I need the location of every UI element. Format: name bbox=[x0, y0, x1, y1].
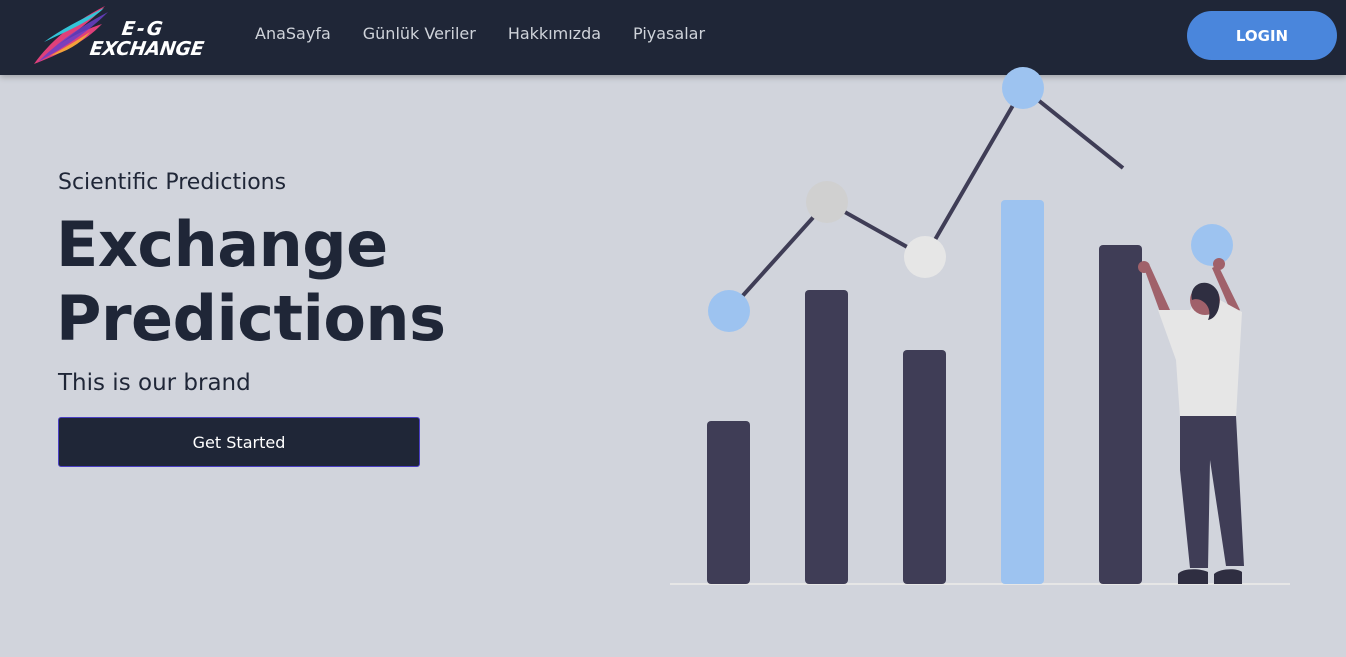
nav-item-hakkimizda[interactable]: Hakkımızda bbox=[508, 24, 601, 43]
bar-1 bbox=[707, 421, 750, 584]
hero-title-line1: Exchange bbox=[56, 208, 388, 281]
trend-point-3 bbox=[904, 236, 946, 278]
main-nav: AnaSayfa Günlük Veriler Hakkımızda Piyas… bbox=[255, 24, 705, 43]
bar-4 bbox=[1001, 200, 1044, 584]
held-point bbox=[1191, 224, 1233, 266]
login-button[interactable]: LOGIN bbox=[1187, 11, 1337, 60]
growth-chart-illustration bbox=[670, 67, 1290, 585]
brand-name-line1: E-G bbox=[120, 18, 167, 40]
get-started-button[interactable]: Get Started bbox=[58, 417, 420, 467]
brand-name-line2: EXCHANGE bbox=[88, 38, 206, 60]
bar-2 bbox=[805, 290, 848, 584]
hero-title-line2: Predictions bbox=[56, 282, 446, 355]
trend-point-4 bbox=[1002, 67, 1044, 109]
bar-3 bbox=[903, 350, 946, 584]
hero-subtitle: Scientific Predictions bbox=[58, 170, 287, 195]
brand-logo[interactable]: E-G EXCHANGE bbox=[30, 2, 205, 68]
trend-point-2 bbox=[806, 181, 848, 223]
hero-tagline: This is our brand bbox=[58, 370, 251, 396]
bar-5 bbox=[1099, 245, 1142, 584]
nav-item-piyasalar[interactable]: Piyasalar bbox=[633, 24, 705, 43]
person-figure bbox=[1138, 258, 1244, 584]
trend-point-1 bbox=[708, 290, 750, 332]
hero-title: Exchange Predictions bbox=[56, 208, 446, 356]
nav-item-anasayfa[interactable]: AnaSayfa bbox=[255, 24, 331, 43]
nav-item-gunluk-veriler[interactable]: Günlük Veriler bbox=[363, 24, 476, 43]
